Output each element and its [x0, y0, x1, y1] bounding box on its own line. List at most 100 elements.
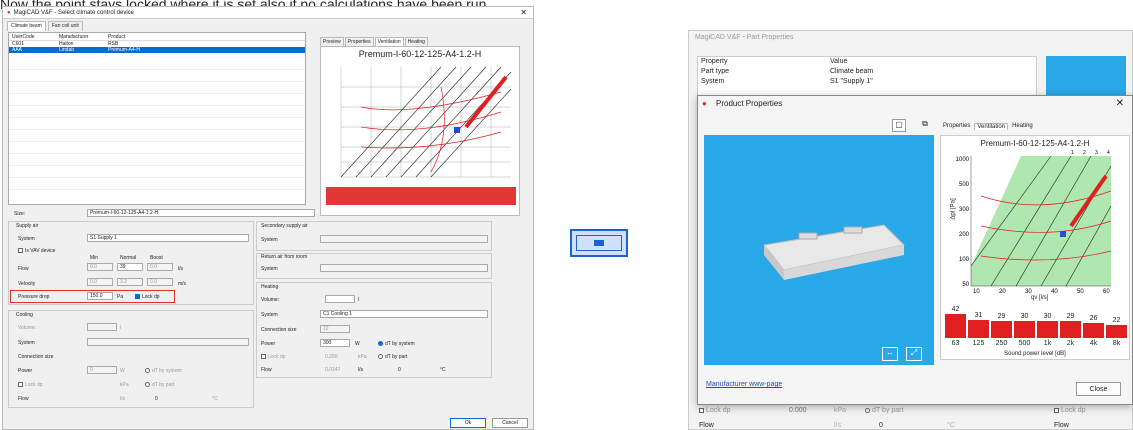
- col-manufacturer[interactable]: Manufacturer: [59, 33, 108, 40]
- cool-power-unit: W: [120, 368, 125, 374]
- fit-view-icon[interactable]: ↔: [882, 347, 898, 361]
- heating-heading: Heating: [261, 284, 279, 290]
- sound-bar: [1014, 321, 1035, 338]
- size-label: Size:: [14, 211, 26, 217]
- cancel-button[interactable]: Cancel: [492, 418, 528, 428]
- manufacturer-link[interactable]: Manufacturer www-page: [706, 381, 782, 388]
- cell-product: Premum-A4-H: [108, 47, 140, 53]
- list-item-selected[interactable]: AAA Lindab Premum-A4-H: [9, 47, 305, 53]
- cool-volume-input[interactable]: [87, 323, 117, 331]
- heat-power-input[interactable]: 300: [320, 339, 350, 347]
- tab-heating[interactable]: Heating: [1012, 123, 1033, 130]
- cooling-heading: Cooling: [16, 312, 33, 318]
- view-toggle-icon[interactable]: ▢: [892, 119, 906, 132]
- top-tick-label: 3: [1095, 150, 1098, 156]
- heat-system-select[interactable]: C1 Cooling 1: [320, 310, 488, 318]
- return-system-select[interactable]: [320, 264, 488, 272]
- copy-icon[interactable]: ⧉: [918, 119, 932, 132]
- vav-checkbox[interactable]: Is VAV device: [18, 248, 55, 254]
- title-bar: ● MagiCAD V&F - Select climate control d…: [3, 7, 533, 19]
- lock-dp-label: Lock dp: [142, 294, 160, 300]
- ventilation-chart-panel: Premum-I-60-12-125-A4-1.2-H 1000 500 300 20…: [940, 135, 1130, 360]
- flow-min-input[interactable]: 0.0: [87, 263, 113, 271]
- heat-kpa-unit: kPa: [358, 354, 367, 360]
- cool-conn-label: Connection size: [18, 354, 54, 360]
- dt-part-label: dT by part: [872, 407, 904, 414]
- heat-dt-system-radio[interactable]: dT by system: [378, 341, 415, 347]
- bottom-flow-unit: l/s: [834, 422, 841, 429]
- tab-fan-coil[interactable]: Fan coil unit: [47, 21, 83, 31]
- bottom-dt-part[interactable]: dT by part: [865, 407, 903, 414]
- system-select[interactable]: S1 Supply 1: [87, 234, 249, 242]
- tab-climate-beam[interactable]: Climate beam: [7, 21, 46, 31]
- cool-dt-system-radio[interactable]: dT by system: [145, 368, 182, 374]
- tab-heating[interactable]: Heating: [404, 37, 428, 46]
- pressure-drop-label: Pressure drop: [18, 294, 50, 300]
- lock-dp-label: Lock dp: [268, 354, 286, 360]
- cell-manufacturer: Lindab: [59, 47, 75, 53]
- col-product[interactable]: Product: [108, 33, 208, 40]
- secondary-system-select[interactable]: [320, 235, 488, 243]
- flow-boost-input[interactable]: 0.0: [147, 263, 173, 271]
- tab-properties[interactable]: Properties: [344, 37, 374, 46]
- col-value: Value: [830, 58, 848, 65]
- size-select[interactable]: Premum-I-60-12-125-A4-1.2-H: [87, 209, 315, 217]
- window-title: MagiCAD V&F - Part Properties: [695, 34, 794, 41]
- flow-normal-input[interactable]: 39: [117, 263, 143, 271]
- close-button[interactable]: Close: [1076, 382, 1121, 396]
- heat-volume-input[interactable]: [325, 295, 355, 303]
- bottom-deg: °C: [947, 422, 955, 429]
- x-axis-label: qv [l/s]: [1031, 295, 1049, 301]
- cool-lock-dp-checkbox[interactable]: Lock dp: [18, 382, 43, 388]
- dt-part-label: dT by part: [385, 354, 408, 360]
- cell-value: Climate beam: [830, 68, 874, 75]
- heat-deg-unit: °C: [440, 367, 446, 373]
- boost-header: Boost: [150, 255, 163, 261]
- frequency-label: 8k: [1112, 340, 1121, 347]
- top-tick-label: 4: [1107, 150, 1110, 156]
- ok-button[interactable]: Ok: [450, 418, 486, 428]
- close-icon[interactable]: ✕: [1116, 96, 1124, 112]
- sound-value-label: 31: [974, 312, 983, 319]
- cell-property: System: [701, 78, 725, 85]
- window-title: MagiCAD V&F - Select climate control dev…: [13, 9, 134, 16]
- tab-properties[interactable]: Properties: [943, 123, 970, 130]
- app-icon: ●: [702, 99, 707, 108]
- frequency-label: 125: [972, 340, 985, 347]
- climate-beam-icon[interactable]: [570, 229, 628, 257]
- cool-system-select[interactable]: [87, 338, 249, 346]
- bottom-kpa-value: 0.000: [789, 407, 807, 414]
- cell-usercode: AAA: [12, 47, 23, 53]
- vav-label: Is VAV device: [25, 248, 56, 254]
- sound-bar: [1083, 323, 1104, 338]
- velocity-label: Velocity: [18, 281, 36, 287]
- col-usercode[interactable]: UserCode: [9, 33, 59, 40]
- flow-unit: l/s: [178, 266, 183, 272]
- x-tick-label: 10: [973, 289, 980, 295]
- sound-value-label: 42: [951, 306, 960, 313]
- close-icon[interactable]: ✕: [520, 8, 527, 17]
- heat-power-label: Power: [261, 341, 276, 347]
- cool-flow-label: Flow: [18, 396, 29, 402]
- sound-bar: [945, 314, 966, 338]
- cool-power-input[interactable]: 0: [87, 366, 117, 374]
- lock-dp-label: Lock dp: [1061, 407, 1086, 414]
- device-list[interactable]: UserCode Manufacturer Product C601 Halto…: [8, 32, 306, 205]
- heat-dt-part-radio[interactable]: dT by part: [378, 354, 407, 360]
- x-tick-label: 20: [999, 289, 1006, 295]
- pressure-drop-input[interactable]: 150.0: [87, 292, 113, 300]
- tab-ventilation[interactable]: Ventilation: [974, 123, 1009, 130]
- bottom-lock-dp-2[interactable]: Lock dp: [1054, 407, 1086, 414]
- y-tick-label: 1000: [956, 157, 970, 163]
- heat-lock-dp-checkbox[interactable]: Lock dp: [261, 354, 286, 360]
- cool-system-label: System: [18, 340, 35, 346]
- cool-dt-part-radio[interactable]: dT by part: [145, 382, 174, 388]
- tab-preview[interactable]: Preview: [320, 37, 344, 46]
- fullscreen-icon[interactable]: ⤢: [906, 347, 922, 361]
- sound-value-label: 26: [1089, 315, 1098, 322]
- tab-ventilation[interactable]: Ventilation: [374, 37, 404, 46]
- 3d-preview[interactable]: ↔ ⤢: [704, 135, 934, 365]
- bottom-lock-dp[interactable]: Lock dp: [699, 407, 731, 414]
- lock-dp-checkbox[interactable]: Lock dp: [135, 294, 160, 300]
- dialog-title-bar: ● Product Properties ✕: [698, 96, 1132, 112]
